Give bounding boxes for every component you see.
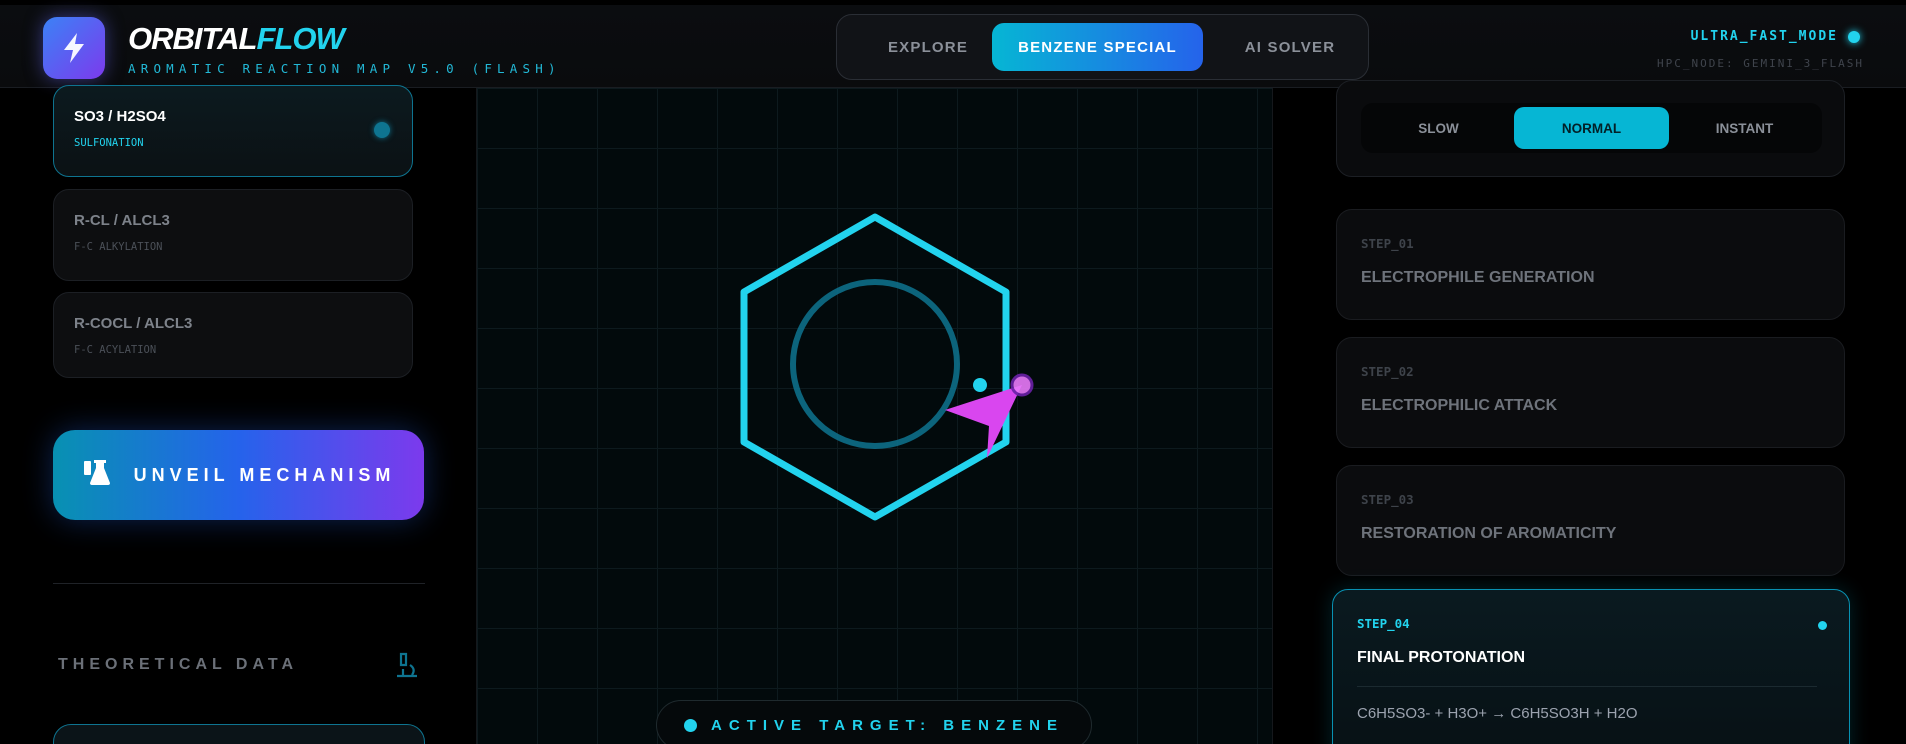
aromatic-ring <box>790 279 960 449</box>
active-step-dot <box>1818 621 1827 630</box>
speed-selector: SLOW NORMAL INSTANT <box>1336 80 1845 177</box>
theoretical-data-heading: THEORETICAL DATA <box>58 656 298 673</box>
unveil-mechanism-button[interactable]: UNVEIL MECHANISM <box>53 430 424 520</box>
theory-card[interactable] <box>53 724 425 744</box>
microscope-icon[interactable] <box>392 651 420 684</box>
speed-slow[interactable]: SLOW <box>1361 107 1516 149</box>
flask-icon <box>82 459 112 492</box>
step-title: RESTORATION OF AROMATICITY <box>1361 525 1617 542</box>
reagent-title: R-CL / ALCL3 <box>74 212 170 229</box>
step-label: STEP_01 <box>1361 236 1414 251</box>
brand-part-1: ORBITAL <box>128 21 257 56</box>
tab-ai-solver[interactable]: AI SOLVER <box>1215 23 1365 71</box>
brand-title: ORBITALFLOW <box>128 21 345 57</box>
step-divider <box>1357 686 1817 687</box>
tab-benzene-special[interactable]: BENZENE SPECIAL <box>992 23 1203 71</box>
target-label: ACTIVE TARGET: BENZENE <box>711 716 1064 734</box>
speed-instant[interactable]: INSTANT <box>1667 107 1822 149</box>
step-title: ELECTROPHILIC ATTACK <box>1361 397 1558 414</box>
step-title: ELECTROPHILE GENERATION <box>1361 269 1595 286</box>
step-equation: C6H5SO3- + H3O+ → C6H5SO3H + H2O <box>1357 705 1638 722</box>
speed-normal[interactable]: NORMAL <box>1514 107 1669 149</box>
mode-indicator: ULTRA_FAST_MODE <box>1691 29 1860 44</box>
step-title: FINAL PROTONATION <box>1357 649 1525 666</box>
lightning-bolt-icon[interactable] <box>43 17 105 79</box>
step-card-1[interactable]: STEP_01 ELECTROPHILE GENERATION <box>1336 209 1845 320</box>
reagent-subtitle: F-C ALKYLATION <box>74 241 163 253</box>
electrophile-atom <box>1010 373 1034 397</box>
reagent-card-sulfonation[interactable]: SO3 / H2SO4 SULFONATION <box>53 85 413 177</box>
speed-options: SLOW NORMAL INSTANT <box>1361 103 1822 153</box>
mode-label: ULTRA_FAST_MODE <box>1690 29 1838 44</box>
selected-dot <box>374 122 390 138</box>
active-target-badge: ACTIVE TARGET: BENZENE <box>656 700 1092 744</box>
step-card-3[interactable]: STEP_03 RESTORATION OF AROMATICITY <box>1336 465 1845 576</box>
main-nav: EXPLORE BENZENE SPECIAL AI SOLVER <box>836 14 1369 80</box>
step-card-4[interactable]: STEP_04 FINAL PROTONATION C6H5SO3- + H3O… <box>1332 589 1850 744</box>
benzene-visual <box>740 213 1034 521</box>
reagent-subtitle: F-C ACYLATION <box>74 344 157 356</box>
reagent-card-acylation[interactable]: R-COCL / ALCL3 F-C ACYLATION <box>53 292 413 378</box>
tab-explore[interactable]: EXPLORE <box>853 23 1003 71</box>
step-label: STEP_04 <box>1357 616 1410 631</box>
electrophile-arrow <box>945 385 1022 458</box>
benzene-hexagon <box>740 213 1010 521</box>
app-subtitle: AROMATIC REACTION MAP V5.0 (FLASH) <box>128 61 561 76</box>
reagent-title: SO3 / H2SO4 <box>74 108 166 125</box>
proton-atom <box>973 378 987 392</box>
target-dot <box>684 718 698 732</box>
step-label: STEP_02 <box>1361 364 1414 379</box>
unveil-label: UNVEIL MECHANISM <box>133 464 396 485</box>
status-dot <box>1848 30 1860 43</box>
reagent-subtitle: SULFONATION <box>74 137 144 149</box>
divider <box>53 583 425 584</box>
reagent-title: R-COCL / ALCL3 <box>74 315 193 332</box>
reaction-canvas[interactable] <box>476 88 1273 744</box>
brand-part-2: FLOW <box>256 21 344 56</box>
app-header: ORBITALFLOW AROMATIC REACTION MAP V5.0 (… <box>0 5 1906 88</box>
reagent-card-alkylation[interactable]: R-CL / ALCL3 F-C ALKYLATION <box>53 189 413 281</box>
node-label: HPC_NODE: GEMINI_3_FLASH <box>1657 57 1864 70</box>
step-label: STEP_03 <box>1361 492 1414 507</box>
step-card-2[interactable]: STEP_02 ELECTROPHILIC ATTACK <box>1336 337 1845 448</box>
